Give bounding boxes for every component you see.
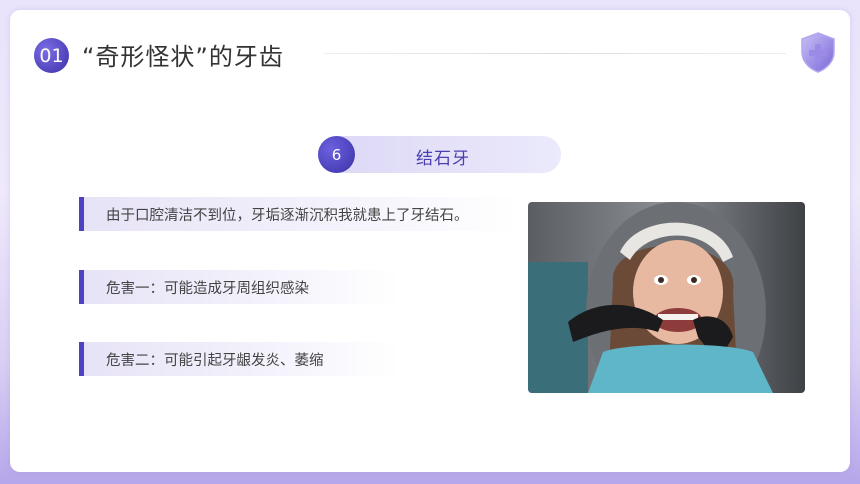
shield-plus-icon: [801, 32, 835, 73]
item-number: 6: [331, 145, 342, 164]
section-number: 01: [39, 44, 64, 67]
bullet-item: 危害一：可能造成牙周组织感染: [79, 270, 399, 304]
bullet-text: 危害一：可能造成牙周组织感染: [106, 281, 309, 297]
section-number-badge: 01: [34, 38, 69, 73]
bullet-item: 危害二：可能引起牙龈发炎、萎缩: [79, 342, 399, 376]
bullet-text: 危害二：可能引起牙龈发炎、萎缩: [106, 353, 324, 369]
item-label: 结石牙: [416, 149, 470, 169]
dental-photo: [528, 202, 805, 393]
bullet-item: 由于口腔清洁不到位，牙垢逐渐沉积我就患上了牙结石。: [79, 197, 519, 231]
bullet-text: 由于口腔清洁不到位，牙垢逐渐沉积我就患上了牙结石。: [106, 208, 469, 224]
header-divider: [324, 53, 786, 54]
item-pill: 6 结石牙: [318, 136, 561, 173]
page-title: “奇形怪状”的牙齿: [82, 43, 284, 71]
item-number-badge: 6: [318, 136, 355, 173]
